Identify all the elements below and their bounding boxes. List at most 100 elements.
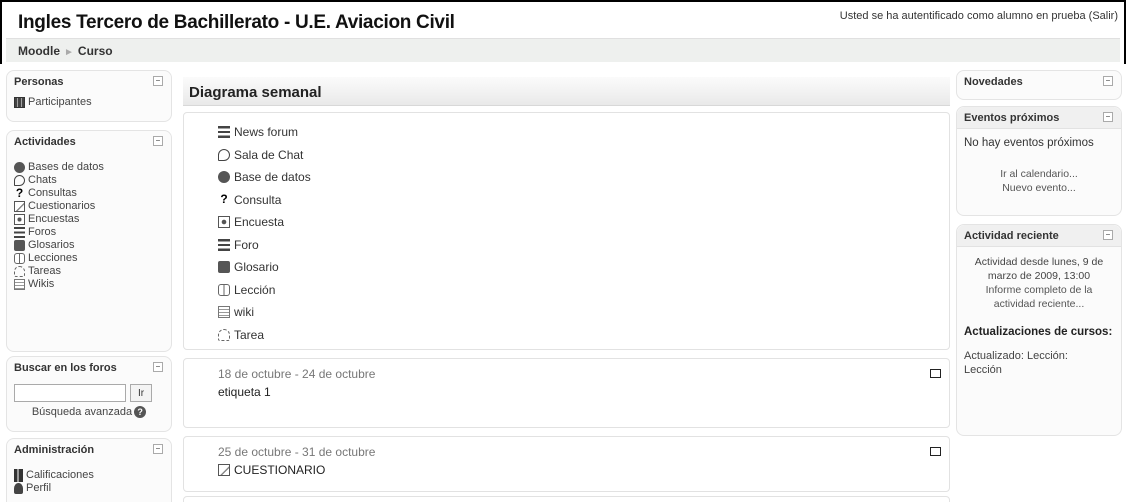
admin-link-grades[interactable]: Calificaciones <box>14 469 164 482</box>
activity-label: Cuestionarios <box>28 200 96 212</box>
activity-link-chats[interactable]: Chats <box>14 174 164 187</box>
activity-label: Encuestas <box>28 213 80 225</box>
activity-wiki[interactable]: wiki <box>218 301 311 324</box>
activity-link-quizzes[interactable]: Cuestionarios <box>14 200 164 213</box>
activity-label: Sala de Chat <box>234 147 304 162</box>
section-week-2: 25 de octubre - 31 de octubre CUESTIONAR… <box>183 436 950 492</box>
choice-icon: ? <box>15 186 24 200</box>
participants-link[interactable]: Participantes <box>14 96 164 109</box>
block-actividad-header: Actividad reciente – <box>957 225 1121 247</box>
collapse-toggle-icon[interactable]: – <box>153 362 163 372</box>
show-only-week-icon[interactable] <box>930 369 941 378</box>
section-week-3 <box>183 496 950 502</box>
activity-label: Wikis <box>28 278 55 290</box>
new-event-link[interactable]: Nuevo evento... <box>964 181 1114 195</box>
forum-search-input[interactable] <box>14 384 126 402</box>
activity-choice[interactable]: ? Consulta <box>218 189 311 212</box>
breadcrumb-home-link[interactable]: Moodle <box>18 44 60 58</box>
quiz-icon <box>14 201 25 212</box>
forum-icon <box>218 126 230 139</box>
week-2-date: 25 de octubre - 31 de octubre <box>218 445 376 459</box>
block-personas: Personas – Participantes <box>6 70 172 122</box>
glossary-icon <box>218 261 230 274</box>
activity-label: Consultas <box>28 187 77 199</box>
activity-label: Tarea <box>234 327 265 342</box>
activity-news-forum[interactable]: News forum <box>218 121 311 144</box>
activity-database[interactable]: Base de datos <box>218 166 311 189</box>
database-icon <box>218 171 230 184</box>
collapse-toggle-icon[interactable]: – <box>1103 112 1113 122</box>
wiki-icon <box>14 279 25 290</box>
lesson-icon <box>218 283 230 296</box>
section-general: News forum Sala de Chat Base de datos ? C… <box>183 112 950 350</box>
activity-link-choices[interactable]: ? Consultas <box>14 187 164 200</box>
breadcrumb: Moodle ► Curso <box>18 44 113 58</box>
week-1-date: 18 de octubre - 24 de octubre <box>218 367 376 381</box>
calendar-link[interactable]: Ir al calendario... <box>964 167 1114 181</box>
admin-label: Calificaciones <box>26 469 94 481</box>
block-eventos-body: No hay eventos próximos Ir al calendario… <box>957 129 1121 198</box>
activity-label: wiki <box>234 305 254 320</box>
assignment-icon <box>218 328 230 341</box>
search-go-button[interactable]: Ir <box>130 384 152 402</box>
quiz-label: CUESTIONARIO <box>234 463 326 477</box>
activity-chat-room[interactable]: Sala de Chat <box>218 144 311 167</box>
collapse-toggle-icon[interactable]: – <box>153 76 163 86</box>
block-actividad-title: Actividad reciente <box>964 230 1059 242</box>
survey-icon <box>218 216 230 229</box>
activity-label: Tareas <box>28 265 62 277</box>
block-buscar: Buscar en los foros – Ir Búsqueda avanza… <box>6 356 172 432</box>
no-events-text: No hay eventos próximos <box>964 137 1094 149</box>
collapse-toggle-icon[interactable]: – <box>153 444 163 454</box>
block-novedades-title: Novedades <box>964 76 1023 88</box>
activity-label: Lección <box>234 282 276 297</box>
advanced-search-link[interactable]: Búsqueda avanzada <box>32 406 132 418</box>
admin-link-profile[interactable]: Perfil <box>14 482 164 495</box>
label-item: etiqueta 1 <box>218 385 271 399</box>
database-icon <box>14 162 25 173</box>
block-actividades-header: Actividades – <box>7 131 171 153</box>
section-week-1: 18 de octubre - 24 de octubre etiqueta 1 <box>183 358 950 428</box>
activity-link-databases[interactable]: Bases de datos <box>14 161 164 174</box>
activity-link-surveys[interactable]: Encuestas <box>14 213 164 226</box>
lesson-icon <box>14 253 25 264</box>
collapse-toggle-icon[interactable]: – <box>153 136 163 146</box>
activity-lesson[interactable]: Lección <box>218 279 311 302</box>
block-administracion-header: Administración – <box>7 439 171 461</box>
forum-icon <box>14 227 25 238</box>
login-info[interactable]: Usted se ha autentificado como alumno en… <box>840 10 1118 22</box>
block-actividad-body: Actividad desde lunes, 9 de marzo de 200… <box>957 247 1121 380</box>
show-only-week-icon[interactable] <box>930 447 941 456</box>
update-lesson-link[interactable]: Lección <box>964 363 1114 377</box>
block-actividades-title: Actividades <box>14 136 76 148</box>
activity-forum[interactable]: Foro <box>218 234 311 257</box>
activity-link-lessons[interactable]: Lecciones <box>14 252 164 265</box>
block-buscar-title: Buscar en los foros <box>14 362 117 374</box>
participants-icon <box>14 97 25 108</box>
activity-label: Chats <box>28 174 57 186</box>
activity-link-assignments[interactable]: Tareas <box>14 265 164 278</box>
profile-icon <box>14 483 23 494</box>
collapse-toggle-icon[interactable]: – <box>1103 230 1113 240</box>
quiz-link[interactable]: CUESTIONARIO <box>218 463 375 477</box>
chat-icon <box>14 175 25 186</box>
activity-label: Foro <box>234 237 259 252</box>
help-icon[interactable]: ? <box>134 406 147 418</box>
activity-link-forums[interactable]: Foros <box>14 226 164 239</box>
activity-since-text: Actividad desde lunes, 9 de marzo de 200… <box>974 256 1104 282</box>
activity-label: Base de datos <box>234 170 311 185</box>
week-1-content: 18 de octubre - 24 de octubre etiqueta 1 <box>218 367 375 399</box>
weekly-outline-header: Diagrama semanal <box>183 77 950 106</box>
activity-assignment[interactable]: Tarea <box>218 324 311 347</box>
full-report-link[interactable]: Informe completo de la actividad recient… <box>964 283 1114 311</box>
wiki-icon <box>218 306 230 319</box>
collapse-toggle-icon[interactable]: – <box>1103 76 1113 86</box>
activity-label: Foros <box>28 226 57 238</box>
choice-icon: ? <box>220 191 228 206</box>
activity-glossary[interactable]: Glosario <box>218 256 311 279</box>
activity-link-wikis[interactable]: Wikis <box>14 278 164 291</box>
activity-link-glossaries[interactable]: Glosarios <box>14 239 164 252</box>
activity-survey[interactable]: Encuesta <box>218 211 311 234</box>
block-actividad-reciente: Actividad reciente – Actividad desde lun… <box>956 224 1122 436</box>
activity-label: Lecciones <box>28 252 78 264</box>
